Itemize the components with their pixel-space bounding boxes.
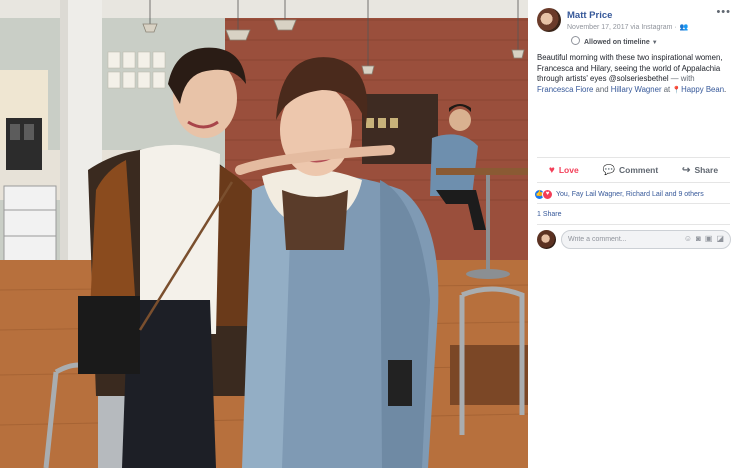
location-suffix: . — [724, 84, 727, 94]
divider — [537, 182, 730, 183]
tagged-user-link[interactable]: Hillary Wagner — [611, 85, 662, 94]
speech-bubble-icon: 💬 — [602, 164, 615, 176]
and-word: and — [595, 84, 609, 94]
comment-box[interactable]: ☺ ◙ ▣ ◪ — [561, 230, 731, 249]
post-timestamp[interactable]: November 17, 2017 via Instagram · — [567, 24, 677, 31]
love-label: Love — [558, 165, 579, 175]
circle-icon — [571, 36, 580, 45]
post-photo[interactable] — [0, 0, 528, 468]
post-meta: November 17, 2017 via Instagram · 👥 — [567, 23, 688, 31]
commenter-avatar — [537, 230, 556, 249]
share-button[interactable]: ↪ Share — [682, 165, 718, 176]
comment-label: Comment — [619, 165, 659, 175]
post-caption: Beautiful morning with these two inspira… — [537, 53, 733, 96]
location-link[interactable]: Happy Bean — [681, 85, 724, 94]
action-bar: ♥ Love 💬 Comment ↪ Share — [537, 160, 730, 180]
location-pin-icon: 📍 — [672, 86, 682, 94]
love-button[interactable]: ♥ Love — [549, 165, 579, 176]
tagged-user-link[interactable]: Francesca Fiore — [537, 85, 593, 94]
sticker-icon[interactable]: ◪ — [716, 234, 724, 243]
share-label: Share — [694, 165, 719, 175]
caret-down-icon: ▼ — [651, 40, 658, 46]
emoji-icon[interactable]: ☺ — [684, 234, 692, 243]
heart-icon: ♥ — [548, 164, 555, 176]
at-word: at — [663, 84, 671, 94]
reactions-text: You, Fay Lail Wagner, Richard Lail and 9… — [556, 191, 704, 198]
with-prefix: — with — [670, 74, 695, 83]
divider — [537, 203, 730, 204]
people-icon[interactable]: 👥 — [680, 23, 689, 31]
comment-input[interactable] — [568, 233, 668, 246]
comment-tools: ☺ ◙ ▣ ◪ — [684, 234, 724, 243]
more-horizontal-icon[interactable]: ••• — [716, 6, 731, 18]
love-reaction-icon: ♥ — [542, 189, 553, 200]
gif-icon[interactable]: ▣ — [705, 234, 713, 243]
camera-icon[interactable]: ◙ — [696, 234, 701, 243]
divider — [537, 157, 730, 158]
share-arrow-icon: ↪ — [682, 164, 691, 176]
caption-text: Beautiful morning with these two inspira… — [537, 53, 723, 83]
shares-count[interactable]: 1 Share — [537, 211, 562, 218]
divider — [537, 224, 730, 225]
post-side-panel: Matt Price November 17, 2017 via Instagr… — [528, 0, 739, 468]
author-name[interactable]: Matt Price — [567, 10, 612, 21]
reactions-summary[interactable]: 👍 ♥ You, Fay Lail Wagner, Richard Lail and… — [535, 189, 704, 200]
avatar[interactable] — [537, 8, 561, 32]
timeline-label: Allowed on timeline — [584, 39, 650, 46]
comment-button[interactable]: 💬 Comment — [603, 165, 659, 176]
timeline-visibility[interactable]: Allowed on timeline ▼ — [571, 36, 658, 46]
